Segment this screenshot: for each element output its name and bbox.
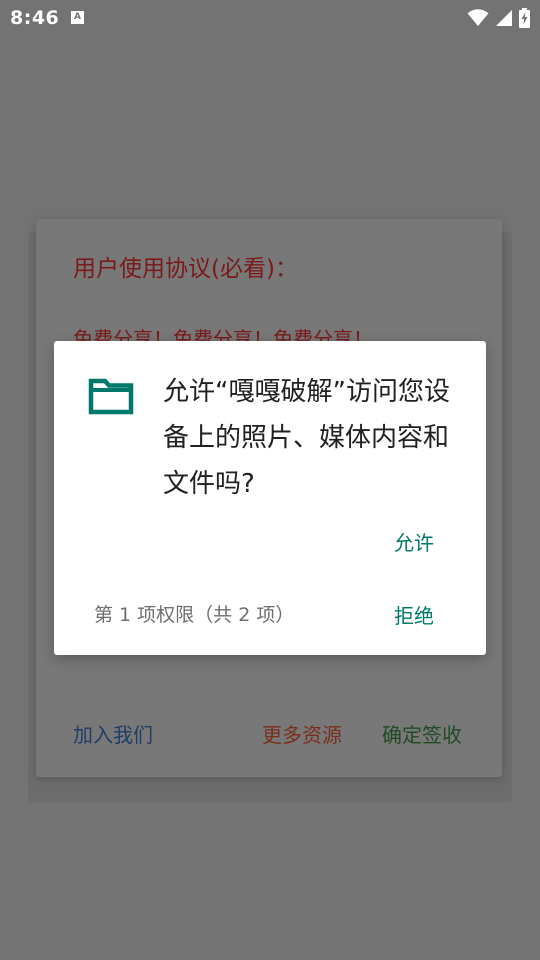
status-time: 8:46 [10, 7, 60, 29]
permission-dialog: 允许“嘎嘎破解”访问您设备上的照片、媒体内容和文件吗? 允许 第 1 项权限（共… [54, 341, 486, 655]
agreement-actions: 加入我们 更多资源 确定签收 [36, 719, 502, 751]
notification-a-icon: A [71, 11, 84, 24]
more-resources-button[interactable]: 更多资源 [262, 719, 342, 748]
signal-icon [496, 10, 512, 26]
wifi-icon [467, 9, 489, 26]
deny-button[interactable]: 拒绝 [394, 600, 434, 629]
join-us-button[interactable]: 加入我们 [73, 719, 153, 748]
status-icons [467, 8, 530, 28]
status-bar: 8:46 A [0, 0, 540, 36]
permission-message: 允许“嘎嘎破解”访问您设备上的照片、媒体内容和文件吗? [163, 377, 450, 499]
confirm-sign-button[interactable]: 确定签收 [382, 719, 462, 748]
permission-counter: 第 1 项权限（共 2 项） [94, 604, 295, 626]
allow-button[interactable]: 允许 [394, 527, 434, 556]
agreement-title: 用户使用协议(必看)： [73, 256, 298, 282]
folder-icon [88, 378, 134, 415]
battery-charging-icon [519, 8, 530, 28]
